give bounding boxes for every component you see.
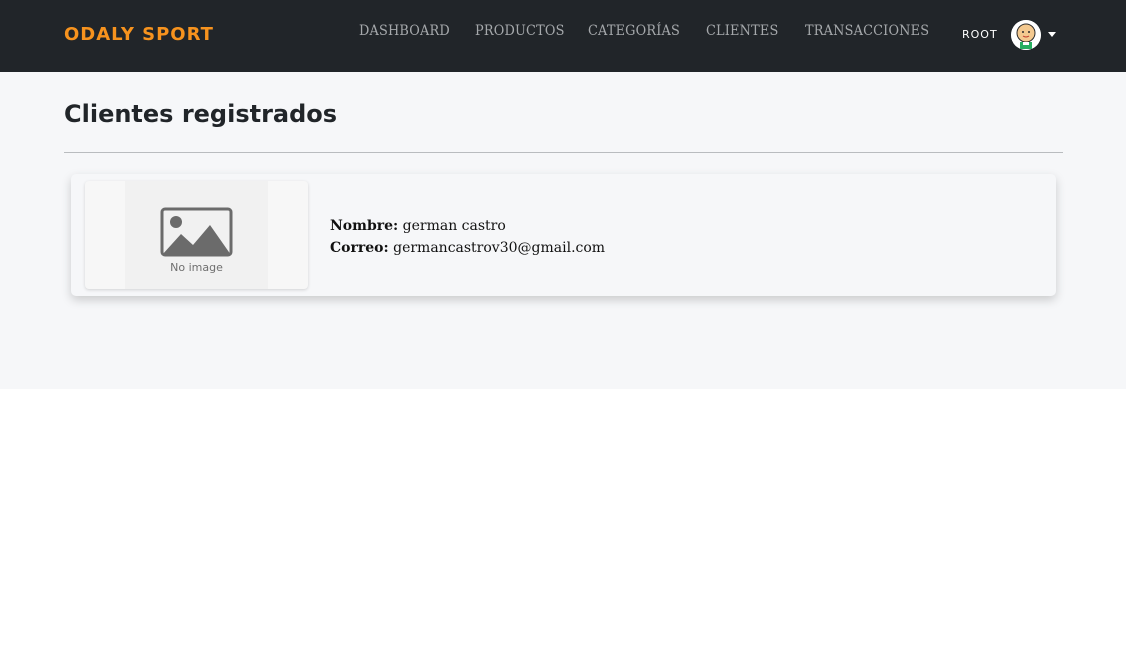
user-menu-dropdown[interactable]: ROOT	[962, 20, 1062, 50]
user-name: ROOT	[962, 28, 998, 41]
title-divider	[64, 152, 1063, 153]
image-placeholder-icon	[160, 207, 233, 257]
main-content: Clientes registrados No image Nombre: ge…	[0, 72, 1126, 389]
user-avatar-icon[interactable]	[1011, 20, 1041, 50]
nav-link-dashboard[interactable]: DASHBOARD	[359, 23, 450, 39]
no-image-caption: No image	[170, 261, 223, 274]
page-title: Clientes registrados	[64, 100, 338, 128]
avatar-face-icon	[1011, 20, 1041, 50]
nav-link-categorias[interactable]: CATEGORÍAS	[588, 23, 680, 39]
client-email-label: Correo:	[330, 240, 389, 256]
nav-link-transacciones[interactable]: TRANSACCIONES	[805, 23, 929, 39]
nav-link-clientes[interactable]: CLIENTES	[706, 23, 778, 39]
brand-logo-link[interactable]: ODALY SPORT	[64, 24, 214, 45]
client-card[interactable]: No image Nombre: german castro Correo: g…	[71, 174, 1056, 296]
caret-down-icon[interactable]	[1048, 32, 1056, 37]
client-name-line: Nombre: german castro	[330, 215, 605, 237]
nav-link-productos[interactable]: PRODUCTOS	[475, 23, 565, 39]
no-image-placeholder: No image	[125, 181, 268, 289]
client-name-value: german castro	[402, 218, 506, 234]
client-info: Nombre: german castro Correo: germancast…	[330, 215, 605, 259]
client-name-label: Nombre:	[330, 218, 399, 234]
client-email-value: germancastrov30@gmail.com	[393, 240, 606, 256]
client-email-line: Correo: germancastrov30@gmail.com	[330, 237, 605, 259]
client-image-frame: No image	[85, 181, 308, 289]
top-navbar: ODALY SPORT DASHBOARD PRODUCTOS CATEGORÍ…	[0, 0, 1126, 72]
